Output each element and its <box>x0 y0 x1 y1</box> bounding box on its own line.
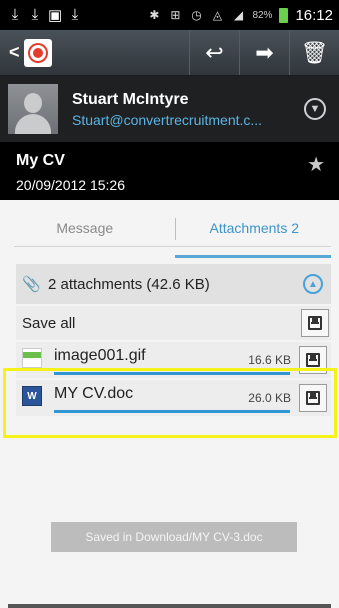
floppy-icon <box>306 353 320 367</box>
save-all-button[interactable] <box>301 309 329 337</box>
forward-button[interactable]: ➡ <box>239 30 289 75</box>
attachment-size: 16.6 KB <box>248 353 291 367</box>
download-icon: ⤓ <box>11 6 19 23</box>
battery-percent: 82% <box>252 9 273 21</box>
tab-message[interactable]: Message <box>0 212 170 248</box>
sender-email[interactable]: Stuart@convertrecruitment.c... <box>72 112 294 128</box>
tab-divider <box>175 218 176 240</box>
action-bar: < ↩ ➡ 🗑 <box>0 30 339 76</box>
paperclip-icon: 📎 <box>22 276 41 293</box>
message-date: 20/09/2012 15:26 <box>16 177 125 193</box>
battery-icon <box>279 7 289 23</box>
image-icon: ▣ <box>48 7 63 24</box>
tab-bar: Message Attachments 2 <box>0 212 339 258</box>
clock: 16:12 <box>295 6 333 24</box>
signal-icon: ◢ <box>233 8 244 22</box>
notification-icons: ⤓ ⤓ ▣ ⤓ <box>0 6 82 24</box>
tab-active-indicator <box>175 255 331 258</box>
wifi-icon: ◬ <box>212 8 223 22</box>
save-all-label: Save all <box>22 314 76 332</box>
forward-icon: ➡ <box>255 39 274 65</box>
back-button[interactable]: < <box>0 42 20 63</box>
expand-details-icon[interactable]: ▼ <box>304 98 326 120</box>
reply-button[interactable]: ↩ <box>189 30 239 75</box>
reply-icon: ↩ <box>205 39 224 65</box>
floppy-icon <box>308 316 322 330</box>
save-all-row[interactable]: Save all <box>16 306 331 340</box>
alarm-icon: ◷ <box>191 8 202 22</box>
attachment-name: image001.gif <box>54 347 146 364</box>
divider <box>14 246 331 247</box>
download-icon: ⤓ <box>31 6 39 23</box>
app-logo[interactable] <box>24 38 52 67</box>
delete-icon: 🗑 <box>300 39 329 65</box>
sender-name: Stuart McIntyre <box>72 90 189 108</box>
status-bar: ⤓ ⤓ ▣ ⤓ ✱ ⊞ ◷ ◬ ◢ 82% 16:12 <box>0 0 339 30</box>
download-icon: ⤓ <box>71 6 79 23</box>
avatar[interactable] <box>8 84 58 134</box>
bluetooth-icon: ✱ <box>149 8 160 22</box>
sender-header: Stuart McIntyre Stuart@convertrecruitmen… <box>0 76 339 142</box>
delete-button[interactable]: 🗑 <box>289 30 339 75</box>
gif-file-icon <box>22 348 42 368</box>
subject-title: My CV <box>16 152 65 169</box>
star-icon[interactable]: ★ <box>307 152 325 177</box>
collapse-icon[interactable]: ▲ <box>303 274 323 294</box>
tab-attachments[interactable]: Attachments 2 <box>170 212 339 248</box>
subject-header: My CV 20/09/2012 15:26 ★ <box>0 142 339 200</box>
attachments-count: 2 attachments (42.6 KB) <box>48 275 210 293</box>
highlight-box <box>3 368 337 438</box>
attachments-summary[interactable]: 📎 2 attachments (42.6 KB) ▲ <box>16 264 331 304</box>
nfc-icon: ⊞ <box>170 8 181 22</box>
bottom-edge <box>8 604 331 608</box>
toast-notification: Saved in Download/MY CV-3.doc <box>51 522 297 552</box>
